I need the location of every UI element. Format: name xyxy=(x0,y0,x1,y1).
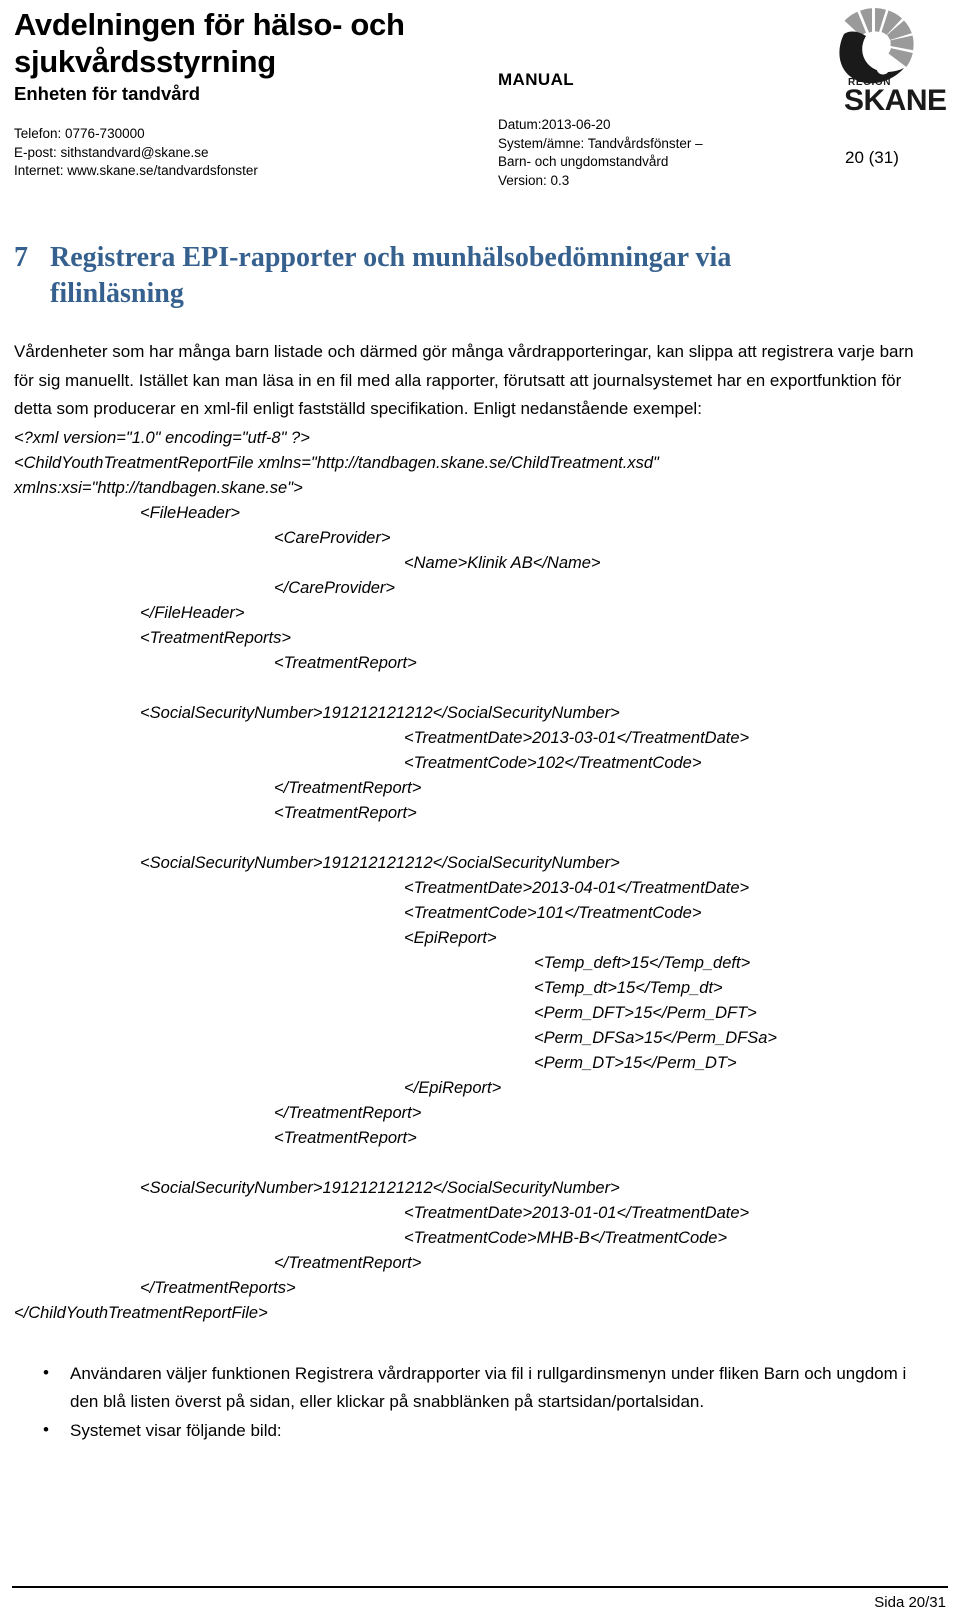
header-organization-block: Avdelningen för hälso- och sjukvårdsstyr… xyxy=(14,6,484,181)
section-title: Registrera EPI-rapporter och munhälsobed… xyxy=(50,242,732,309)
xml-code-line: <TreatmentDate>2013-04-01</TreatmentDate… xyxy=(404,878,750,897)
footer-page-label: Sida 20/31 xyxy=(874,1594,946,1611)
xml-code-line: <Temp_dt>15</Temp_dt> xyxy=(534,978,723,997)
organization-title: Avdelningen för hälso- och sjukvårdsstyr… xyxy=(14,7,405,79)
xml-code-line: </TreatmentReport> xyxy=(274,778,422,797)
xml-code-line: <?xml version="1.0" encoding="utf-8" ?> xyxy=(14,428,310,447)
meta-system-line-2: Barn- och ungdomstandvård xyxy=(498,154,669,169)
xml-code-line: <CareProvider> xyxy=(274,528,391,547)
xml-code-line: <TreatmentCode>102</TreatmentCode> xyxy=(404,753,702,772)
region-skane-logo-icon: REGION SKANE xyxy=(839,8,947,114)
list-item: Användaren väljer funktionen Registrera … xyxy=(43,1359,915,1417)
xml-code-line: <ChildYouthTreatmentReportFile xmlns="ht… xyxy=(14,453,659,472)
xml-code-line: <TreatmentReport> xyxy=(274,803,417,822)
contact-phone: Telefon: 0776-730000 xyxy=(14,126,145,141)
intro-paragraph: Vårdenheter som har många barn listade o… xyxy=(14,342,914,418)
xml-code-line: <TreatmentDate>2013-01-01</TreatmentDate… xyxy=(404,1203,750,1222)
xml-code-line: </EpiReport> xyxy=(404,1078,502,1097)
page-title: 7 Registrera EPI-rapporter och munhälsob… xyxy=(0,240,960,312)
xml-spacer-line xyxy=(0,1151,960,1176)
xml-code-line: <Perm_DFT>15</Perm_DFT> xyxy=(534,1003,757,1022)
instruction-bullet-list: Användaren väljer funktionen Registrera … xyxy=(14,1359,946,1446)
header-page-indicator: 20 (31) xyxy=(845,148,899,167)
document-type-label: MANUAL xyxy=(498,70,575,89)
xml-code-line: xmlns:xsi="http://tandbagen.skane.se"> xyxy=(14,478,303,497)
contact-email: E-post: sithstandvard@skane.se xyxy=(14,144,209,160)
xml-code-line: <TreatmentCode>101</TreatmentCode> xyxy=(404,903,702,922)
xml-code-line: <Temp_deft>15</Temp_deft> xyxy=(534,953,751,972)
xml-code-line: </TreatmentReport> xyxy=(274,1253,422,1272)
document-header: Avdelningen för hälso- och sjukvårdsstyr… xyxy=(0,0,960,222)
xml-code-line: <SocialSecurityNumber>191212121212</Soci… xyxy=(140,1178,620,1197)
xml-code-line: </CareProvider> xyxy=(274,578,396,597)
xml-code-line: <TreatmentReport> xyxy=(274,653,417,672)
logo-skane-wordmark: SKANE xyxy=(844,84,947,114)
document-footer: Sida 20/31 xyxy=(0,1586,960,1621)
xml-code-line: <Perm_DT>15</Perm_DT> xyxy=(534,1053,737,1072)
xml-code-line: </FileHeader> xyxy=(140,603,245,622)
xml-code-line: </TreatmentReports> xyxy=(140,1278,296,1297)
xml-code-line: <SocialSecurityNumber>191212121212</Soci… xyxy=(140,853,620,872)
xml-code-line: <EpiReport> xyxy=(404,928,497,947)
xml-code-line: <Name>Klinik AB</Name> xyxy=(404,553,601,572)
xml-code-line: <TreatmentReports> xyxy=(140,628,292,647)
contact-block: Telefon: 0776-730000 E-post: sithstandva… xyxy=(14,125,484,181)
xml-spacer-line xyxy=(0,676,960,701)
xml-code-line: <TreatmentDate>2013-03-01</TreatmentDate… xyxy=(404,728,750,747)
header-document-meta-block: MANUAL Datum:2013-06-20 System/ämne: Tan… xyxy=(498,70,828,190)
xml-code-line: <FileHeader> xyxy=(140,503,240,522)
xml-code-line: </TreatmentReport> xyxy=(274,1103,422,1122)
xml-spacer-line xyxy=(0,826,960,851)
xml-code-line: </ChildYouthTreatmentReportFile> xyxy=(14,1303,268,1322)
xml-code-line: <Perm_DFSa>15</Perm_DFSa> xyxy=(534,1028,778,1047)
document-meta: Datum:2013-06-20 System/ämne: Tandvårdsf… xyxy=(498,116,828,190)
contact-internet: Internet: www.skane.se/tandvardsfonster xyxy=(14,163,258,178)
meta-date: Datum:2013-06-20 xyxy=(498,117,611,132)
section-number: 7 xyxy=(14,242,28,273)
xml-code-line: <TreatmentCode>MHB-B</TreatmentCode> xyxy=(404,1228,728,1247)
meta-version: Version: 0.3 xyxy=(498,172,570,188)
organization-subtitle: Enheten för tandvård xyxy=(14,83,201,104)
region-skane-logo: REGION SKANE xyxy=(800,2,950,114)
xml-code-line: <TreatmentReport> xyxy=(274,1128,417,1147)
document-body: 7 Registrera EPI-rapporter och munhälsob… xyxy=(0,240,960,1445)
xml-code-line: <SocialSecurityNumber>191212121212</Soci… xyxy=(140,703,620,722)
meta-system-line-1: System/ämne: Tandvårdsfönster – xyxy=(498,135,703,151)
xml-example-code-block: <?xml version="1.0" encoding="utf-8" ?> <… xyxy=(0,426,960,1326)
list-item: Systemet visar följande bild: xyxy=(43,1416,915,1446)
